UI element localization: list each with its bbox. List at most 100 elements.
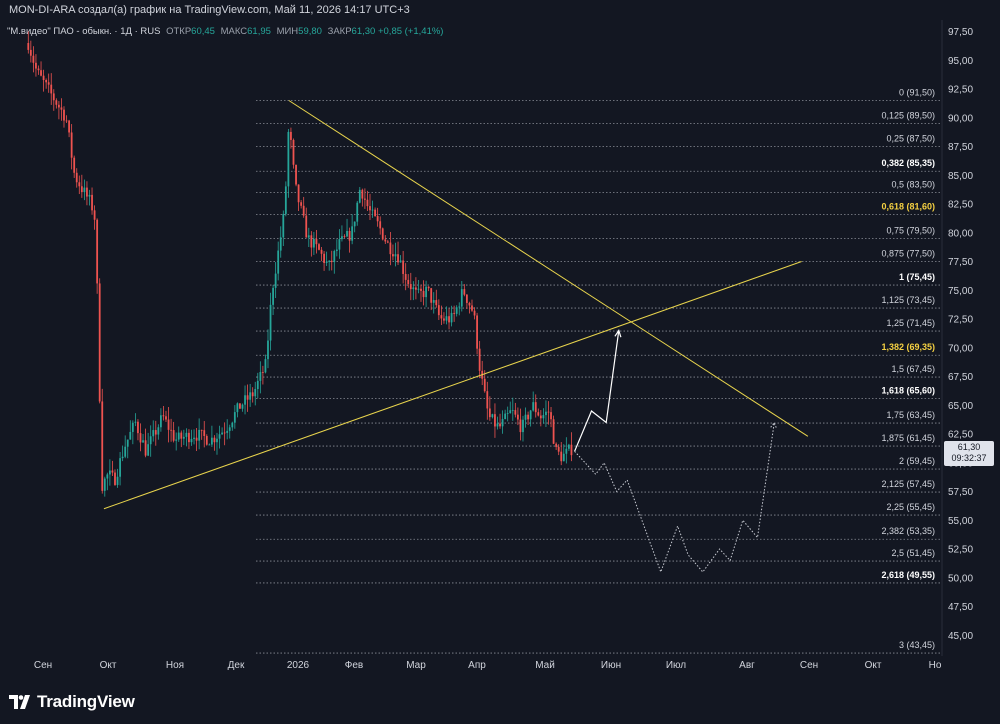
candle-body — [162, 415, 165, 417]
candle-body — [417, 288, 420, 290]
candle-body — [165, 416, 167, 420]
candle-body — [287, 131, 290, 187]
candle-body — [269, 304, 272, 341]
tradingview-logo[interactable]: TradingView — [9, 692, 135, 712]
candle-body — [381, 228, 384, 240]
candle-body — [514, 410, 517, 415]
candle-body — [249, 392, 252, 400]
candle-body — [297, 184, 300, 203]
candle-body — [524, 414, 527, 420]
candle-body — [529, 410, 532, 420]
candle-body — [302, 205, 305, 216]
candle-body — [310, 235, 313, 248]
fib-level-label: 0,125 (89,50) — [881, 111, 935, 121]
candle-body — [88, 194, 91, 197]
candle-body — [180, 432, 183, 439]
candle-body — [254, 389, 257, 397]
candle-body — [241, 404, 244, 409]
candle-body — [483, 378, 486, 392]
candle-body — [458, 306, 461, 308]
candle-body — [103, 478, 106, 491]
candle-body — [506, 413, 509, 414]
fib-level-label: 2,382 (53,35) — [881, 526, 935, 536]
candle-body — [91, 194, 93, 211]
candle-body — [471, 305, 473, 311]
candle-body — [198, 429, 201, 441]
candle-body — [570, 444, 573, 456]
candle-body — [307, 235, 310, 238]
candle-body — [450, 312, 453, 323]
fib-level-label: 1 (75,45) — [899, 272, 935, 282]
fib-level-label: 2 (59,45) — [899, 456, 935, 466]
candle-body — [86, 187, 88, 197]
candle-body — [455, 307, 458, 314]
price-tick-label: 85,00 — [948, 171, 973, 182]
candle-body — [532, 402, 535, 411]
price-tick-label: 47,50 — [948, 602, 973, 613]
fib-level-label: 1,75 (63,45) — [886, 410, 935, 420]
candle-body — [445, 316, 448, 321]
candle-body — [488, 408, 491, 418]
candle-body — [560, 451, 563, 462]
candle-body — [121, 456, 124, 459]
candle-body — [149, 436, 152, 445]
candle-body — [203, 430, 206, 437]
price-tick-label: 50,00 — [948, 573, 973, 584]
trendline — [288, 100, 809, 437]
candle-body — [542, 415, 545, 419]
candle-body — [226, 430, 229, 433]
price-tick-label: 80,00 — [948, 228, 973, 239]
fib-level-label: 0,382 (85,35) — [881, 158, 935, 168]
candle-body — [152, 430, 155, 437]
candle-body — [93, 210, 96, 220]
time-tick-label: Май — [535, 660, 555, 671]
candle-body — [284, 186, 287, 214]
candle-body — [216, 438, 218, 443]
candle-body — [80, 186, 83, 193]
candle-body — [323, 253, 325, 263]
candle-body — [522, 419, 524, 433]
candle-body — [106, 474, 109, 479]
candle-body — [328, 260, 331, 262]
candle-body — [335, 249, 338, 251]
candle-body — [384, 239, 387, 242]
candle-body — [29, 49, 32, 56]
candle-body — [374, 209, 376, 217]
candle-body — [516, 414, 519, 420]
candle-body — [351, 226, 354, 241]
fib-level-label: 1,125 (73,45) — [881, 295, 935, 305]
price-tick-label: 55,00 — [948, 516, 973, 527]
candle-body — [119, 458, 121, 477]
candle-body — [177, 432, 180, 440]
price-tick-label: 95,00 — [948, 56, 973, 67]
candle-body — [42, 75, 45, 80]
candle-body — [407, 279, 410, 285]
candles — [27, 31, 573, 497]
fib-level-label: 2,618 (49,55) — [881, 570, 935, 580]
candle-body — [295, 164, 297, 185]
candle-body — [124, 446, 127, 457]
candle-body — [236, 403, 239, 413]
price-tick-label: 62,50 — [948, 430, 973, 441]
candle-body — [37, 68, 40, 71]
last-price-label: 61,30 09:32:37 — [944, 441, 994, 466]
candle-body — [218, 434, 221, 439]
last-price-value: 61,30 — [957, 442, 981, 452]
chart-caption: MON-DI-ARA создал(а) график на TradingVi… — [9, 4, 410, 16]
candle-body — [73, 157, 76, 173]
candle-body — [52, 93, 55, 101]
fib-level-label: 0,25 (87,50) — [886, 134, 935, 144]
candle-body — [190, 438, 193, 443]
time-tick-label: Авг — [739, 660, 755, 671]
time-tick-label: Окт — [865, 660, 882, 671]
candle-body — [437, 305, 440, 316]
candle-body — [346, 230, 348, 237]
candle-body — [539, 415, 542, 419]
fib-level-label: 0,875 (77,50) — [881, 249, 935, 259]
forecast-down-path — [574, 422, 775, 574]
candle-body — [476, 315, 478, 349]
candle-body — [430, 288, 433, 303]
candle-body — [83, 187, 86, 193]
candle-body — [154, 430, 157, 435]
price-chart[interactable]: 0 (91,50) 0,125 (89,50) 0,25 (87,50) 0,382 … — [0, 20, 1000, 676]
